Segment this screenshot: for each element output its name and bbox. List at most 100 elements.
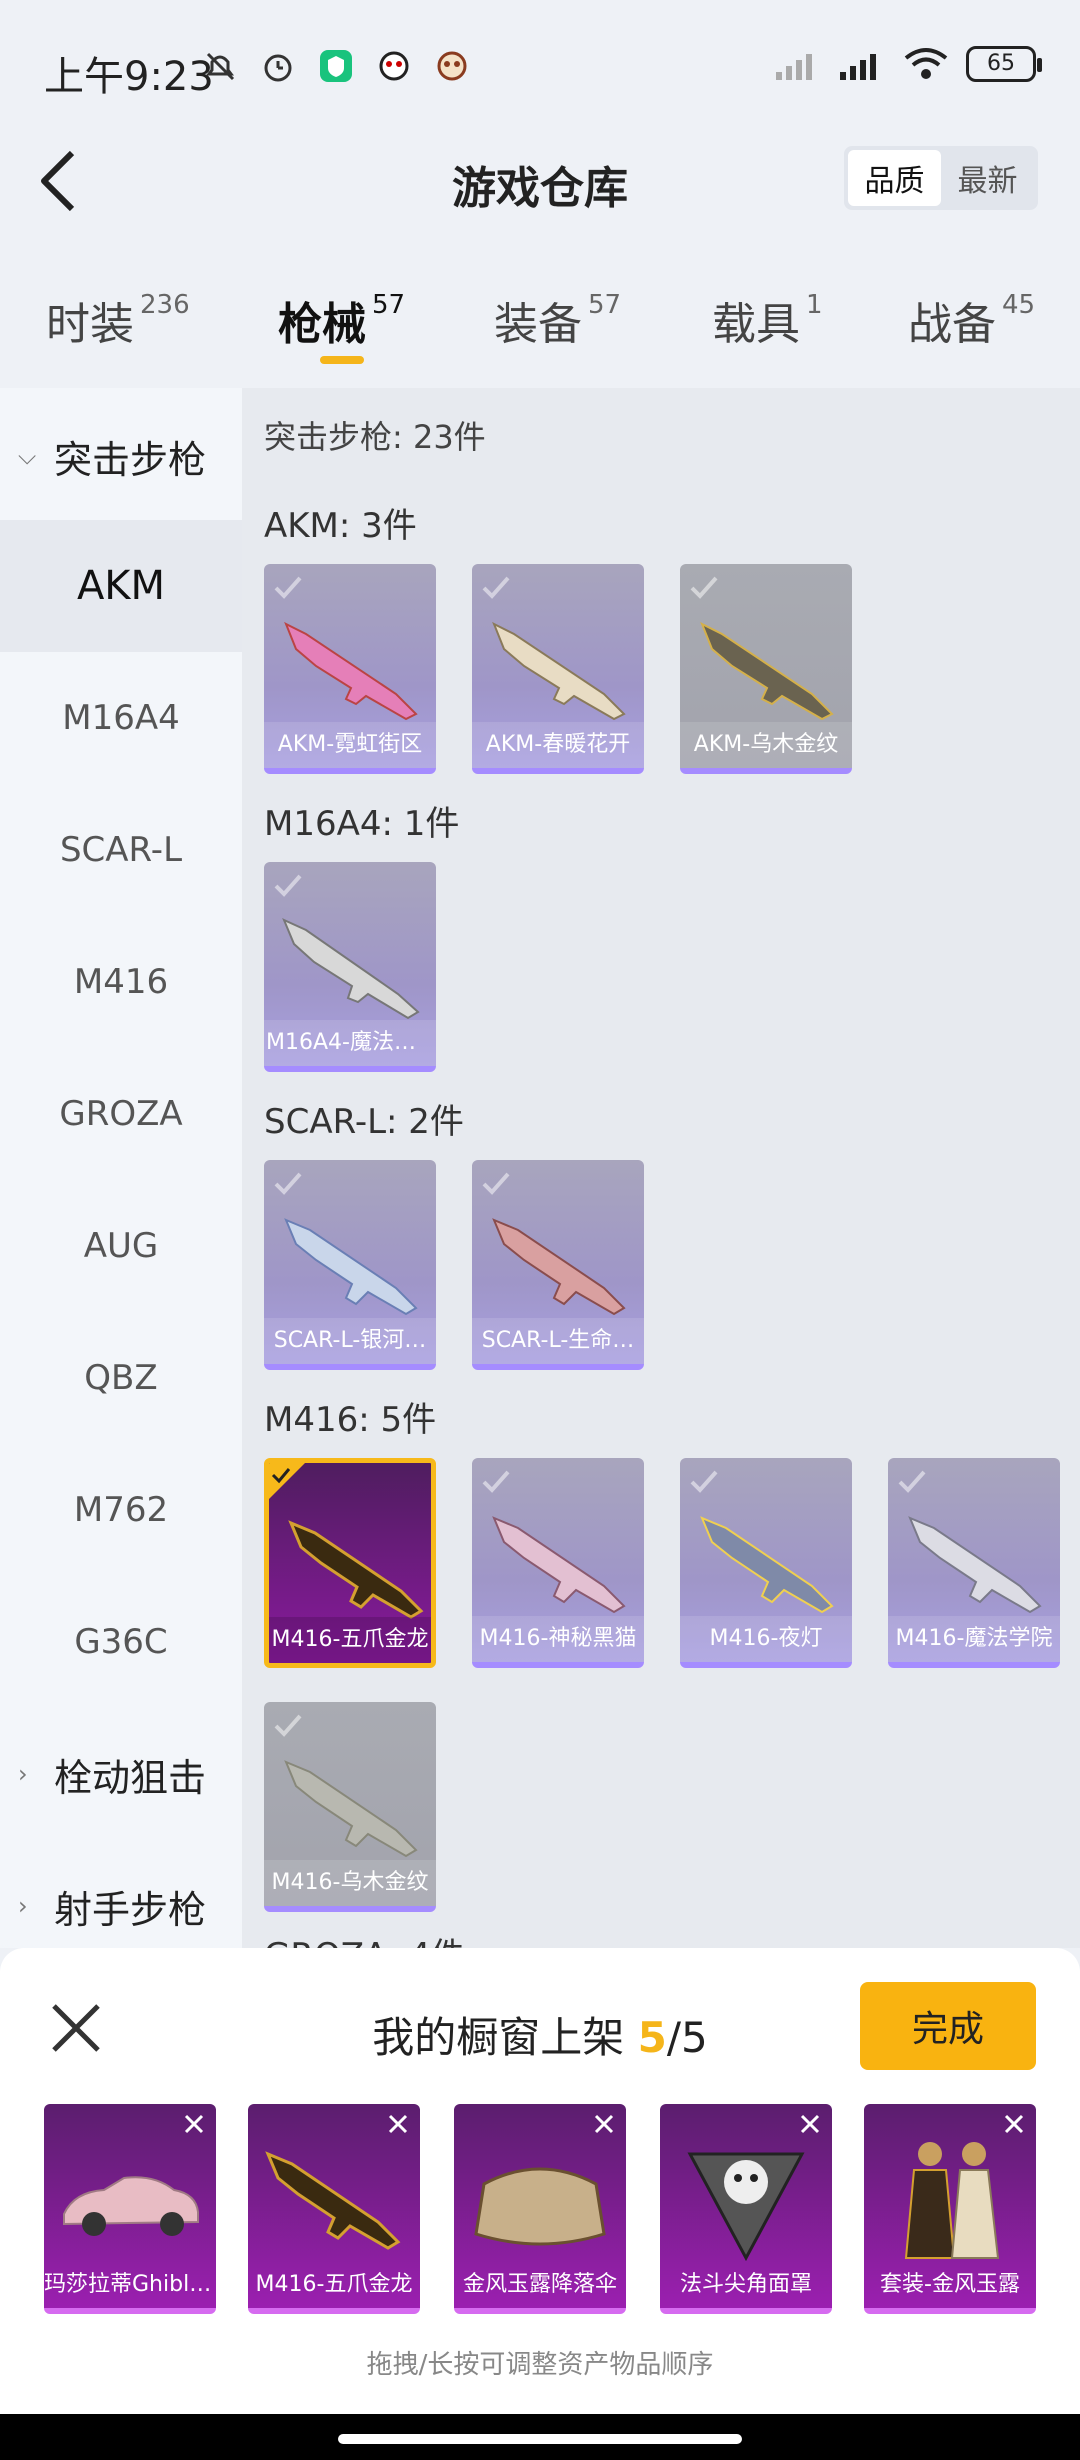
sidebar-group-assault-rifles[interactable]: ⌵ 突击步枪	[0, 390, 242, 522]
rifle-image	[265, 2151, 401, 2250]
rifle-image	[492, 621, 626, 721]
section-title-m416: M416: 5件	[264, 1400, 437, 1440]
sidebar-item-akm[interactable]: AKM	[0, 520, 242, 652]
weapon-card[interactable]: M16A4-魔法学院	[264, 862, 436, 1072]
sidebar-item-g36c[interactable]: G36C	[0, 1576, 242, 1708]
weapon-card[interactable]: AKM-霓虹街区	[264, 564, 436, 774]
chevron-right-icon: ›	[18, 1892, 28, 1920]
tab-count: 236	[140, 290, 190, 320]
sidebar-group-bolt-sniper[interactable]: › 栓动狙击	[0, 1708, 242, 1840]
weapon-card[interactable]: AKM-春暖花开	[472, 564, 644, 774]
tab-label: 枪械	[278, 299, 366, 350]
section-title-m16a4: M16A4: 1件	[264, 804, 460, 844]
sort-option-quality[interactable]: 品质	[848, 150, 941, 206]
check-icon	[690, 576, 718, 599]
wifi-icon	[904, 48, 948, 79]
showcase-panel: 我的橱窗上架 5/5 完成 玛莎拉蒂Ghibli… M416-五爪金龙 金风玉露…	[0, 1948, 1080, 2460]
car-image	[63, 2176, 199, 2236]
weapon-card[interactable]: AKM-乌木金纹	[680, 564, 852, 774]
tab-label: 载具	[712, 299, 800, 350]
mask-image	[687, 2152, 805, 2262]
weapon-name: M16A4-魔法学院	[264, 1020, 436, 1066]
sidebar-item-groza[interactable]: GROZA	[0, 1048, 242, 1180]
content-area[interactable]: 突击步枪: 23件 AKM: 3件 AKM-霓虹街区 AKM-春暖花开 AKM-…	[242, 388, 1080, 1948]
sidebar-group-label: 射手步枪	[54, 1887, 207, 1932]
tab-label: 时装	[46, 299, 134, 350]
tab-count: 57	[372, 290, 406, 320]
rifle-image	[284, 621, 418, 721]
alarm-icon	[264, 54, 292, 82]
status-bar: 上午9:23 65	[0, 0, 1080, 130]
rifle-image	[492, 1218, 626, 1316]
rifle-image	[908, 1516, 1042, 1614]
status-icons-left	[200, 46, 472, 86]
weapon-card[interactable]: SCAR-L-银河…	[264, 1160, 436, 1370]
showcase-slot[interactable]: 金风玉露降落伞	[454, 2104, 626, 2314]
tab-count: 1	[806, 290, 823, 320]
weapon-card[interactable]: M416-夜灯	[680, 1458, 852, 1668]
weapon-name: M416-五爪金龙	[269, 1617, 431, 1663]
tab-outfit[interactable]: 时装 236	[46, 288, 190, 352]
rifle-image	[282, 918, 420, 1020]
check-icon	[274, 576, 302, 599]
chevron-right-icon: ›	[18, 1760, 28, 1788]
outfit-image	[904, 2142, 1000, 2259]
header: 游戏仓库 品质 最新	[0, 130, 1080, 230]
done-button[interactable]: 完成	[860, 1982, 1036, 2070]
weapon-name: SCAR-L-银河…	[264, 1318, 436, 1364]
check-icon	[482, 1470, 510, 1493]
tab-supplies[interactable]: 战备 45	[908, 288, 1035, 352]
sidebar-item-qbz[interactable]: QBZ	[0, 1312, 242, 1444]
sidebar-item-m16a4[interactable]: M16A4	[0, 652, 242, 784]
sidebar: ⌵ 突击步枪 AKM M16A4 SCAR-L M416 GROZA AUG Q…	[0, 388, 242, 1948]
check-icon	[690, 1470, 718, 1493]
weapon-card[interactable]: M416-神秘黑猫	[472, 1458, 644, 1668]
weapon-card[interactable]: SCAR-L-生命…	[472, 1160, 644, 1370]
weapon-card-selected[interactable]: M416-五爪金龙	[264, 1458, 436, 1668]
showcase-slot[interactable]: 玛莎拉蒂Ghibli…	[44, 2104, 216, 2314]
showcase-slot[interactable]: M416-五爪金龙	[248, 2104, 420, 2314]
sidebar-item-scar-l[interactable]: SCAR-L	[0, 784, 242, 916]
weapon-card[interactable]: M416-乌木金纹	[264, 1702, 436, 1912]
rifle-image	[492, 1516, 626, 1614]
status-icons-right: 65	[774, 46, 1042, 82]
rifle-image	[284, 1760, 418, 1858]
sidebar-item-aug[interactable]: AUG	[0, 1180, 242, 1312]
check-icon	[898, 1470, 926, 1493]
weapon-name: SCAR-L-生命…	[472, 1318, 644, 1364]
tab-label: 战备	[908, 299, 996, 350]
showcase-slot[interactable]: 套装-金风玉露	[864, 2104, 1036, 2314]
rifle-image	[288, 1520, 424, 1619]
tab-label: 装备	[494, 299, 582, 350]
sort-toggle: 品质 最新	[844, 146, 1038, 210]
weapon-card[interactable]: M416-魔法学院	[888, 1458, 1060, 1668]
sort-option-newest[interactable]: 最新	[941, 150, 1034, 206]
weapon-name: M416-夜灯	[680, 1616, 852, 1662]
signal-1-icon	[776, 54, 812, 80]
section-title-akm: AKM: 3件	[264, 506, 417, 546]
tab-vehicles[interactable]: 载具 1	[712, 288, 823, 352]
tab-firearms[interactable]: 枪械 57	[278, 288, 405, 352]
category-tabs: 时装 236 枪械 57 装备 57 载具 1 战备 45	[0, 270, 1080, 380]
app-icon-green	[320, 50, 352, 82]
check-icon	[274, 874, 302, 897]
slot-name: 套装-金风玉露	[880, 2272, 1020, 2297]
weapon-name: AKM-乌木金纹	[680, 722, 852, 768]
showcase-slot[interactable]: 法斗尖角面罩	[660, 2104, 832, 2314]
check-icon	[269, 1463, 305, 1499]
rifle-image	[284, 1218, 418, 1316]
weapon-name: M416-乌木金纹	[264, 1860, 436, 1906]
sidebar-item-m416[interactable]: M416	[0, 916, 242, 1048]
mute-icon	[206, 52, 235, 81]
home-indicator[interactable]	[338, 2434, 742, 2444]
signal-2-icon	[840, 54, 876, 80]
tab-equipment[interactable]: 装备 57	[494, 288, 621, 352]
category-count-header: 突击步枪: 23件	[264, 418, 486, 456]
app-icon-pet2	[437, 51, 467, 81]
section-title-groza: GROZA: 4件	[264, 1928, 465, 1948]
sidebar-item-m762[interactable]: M762	[0, 1444, 242, 1576]
weapon-name: AKM-春暖花开	[472, 722, 644, 768]
weapon-name: AKM-霓虹街区	[264, 722, 436, 768]
battery-indicator: 65	[966, 46, 1042, 82]
rifle-image	[700, 621, 834, 721]
